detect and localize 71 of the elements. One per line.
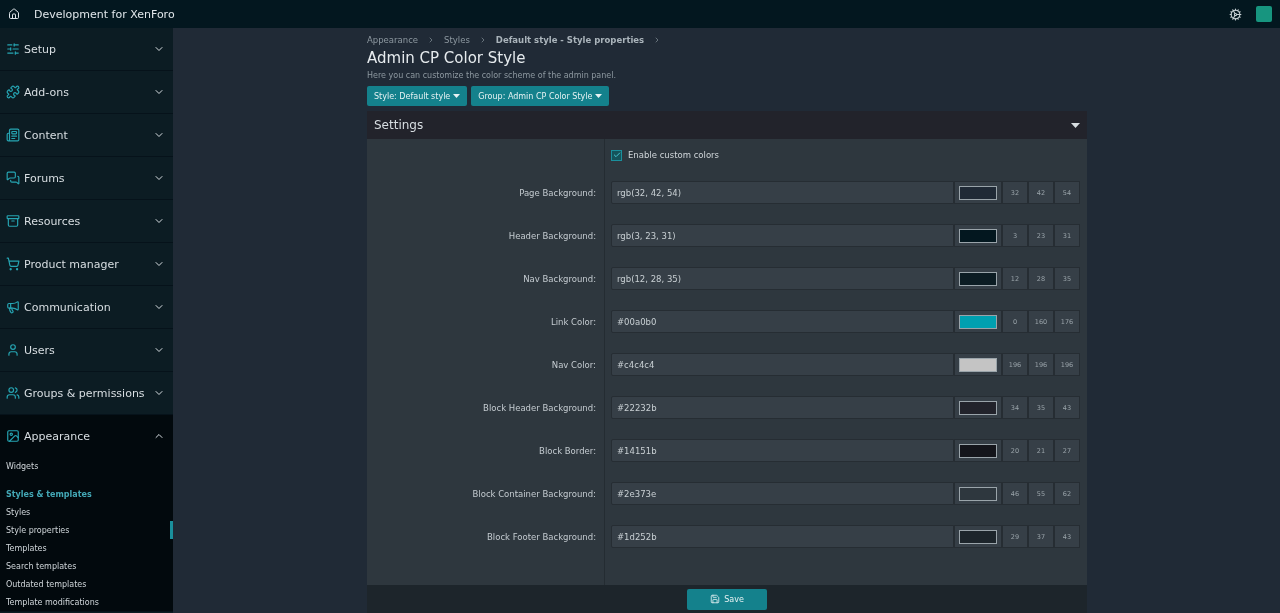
page-title: Admin CP Color Style xyxy=(367,49,526,67)
breadcrumb-link[interactable]: Default style - Style properties xyxy=(495,35,645,45)
filter-dropdown[interactable]: Group: Admin CP Color Style xyxy=(471,86,610,106)
newspaper-icon xyxy=(6,128,20,142)
color-input[interactable]: #1d252b xyxy=(611,525,954,548)
save-icon xyxy=(710,594,721,604)
page-description: Here you can customize the color scheme of the admin panel. xyxy=(367,71,617,80)
nav-group-heading: Styles & templates xyxy=(5,488,93,501)
nav-section[interactable]: Forums xyxy=(0,157,173,199)
color-swatch[interactable] xyxy=(954,310,1002,333)
color-input[interactable]: rgb(3, 23, 31) xyxy=(611,224,954,247)
filter-dropdown[interactable]: Style: Default style xyxy=(367,86,468,106)
nav-section[interactable]: Groups & permissions xyxy=(0,372,173,414)
settings-icon[interactable] xyxy=(1229,7,1242,21)
nav-section[interactable]: Users xyxy=(0,329,173,371)
sliders-icon xyxy=(6,42,20,56)
breadcrumb-link[interactable]: Appearance xyxy=(367,35,419,45)
image-icon xyxy=(6,429,20,443)
field-label: Nav Color: xyxy=(550,359,597,370)
checkbox[interactable] xyxy=(611,149,622,161)
nav-section[interactable]: Resources xyxy=(0,200,173,242)
color-swatch[interactable] xyxy=(954,181,1002,204)
field-label: Link Color: xyxy=(550,316,597,327)
color-input[interactable]: #22232b xyxy=(611,396,954,419)
nav-section[interactable]: Product manager xyxy=(0,243,173,285)
color-swatch[interactable] xyxy=(954,396,1002,419)
color-input[interactable]: rgb(12, 28, 35) xyxy=(611,267,954,290)
save-button[interactable]: Save xyxy=(687,588,767,610)
field-label: Block Border: xyxy=(538,445,597,456)
nav-link[interactable]: Templates xyxy=(0,539,173,557)
users-icon xyxy=(6,386,20,400)
color-input[interactable]: #2e373e xyxy=(611,482,954,505)
megaphone-icon xyxy=(6,300,20,314)
nav-link[interactable]: Style properties xyxy=(0,521,173,539)
color-input[interactable]: #14151b xyxy=(611,439,954,462)
color-swatch[interactable] xyxy=(954,482,1002,505)
field-label: Block Container Background: xyxy=(471,488,597,499)
nav-section[interactable]: Communication xyxy=(0,286,173,328)
field-label: Block Footer Background: xyxy=(486,531,597,542)
nav-section[interactable]: Setup xyxy=(0,28,173,70)
nav-link[interactable]: Widgets xyxy=(0,457,173,475)
block-header[interactable]: Settings xyxy=(367,111,1087,139)
nav-section[interactable]: Content xyxy=(0,114,173,156)
field-label: Header Background: xyxy=(507,230,597,241)
field-label: Page Background: xyxy=(518,187,597,198)
caret-icon[interactable] xyxy=(1071,122,1080,128)
field-label: Nav Background: xyxy=(522,273,597,284)
breadcrumb-link[interactable]: Styles xyxy=(444,35,470,45)
home-icon[interactable] xyxy=(8,8,20,20)
chat-icon xyxy=(6,171,20,185)
color-swatch[interactable] xyxy=(954,439,1002,462)
color-swatch[interactable] xyxy=(954,353,1002,376)
checkbox-label[interactable]: Enable custom colors xyxy=(628,150,720,160)
nav-section[interactable]: Add-ons xyxy=(0,71,173,113)
color-swatch[interactable] xyxy=(954,267,1002,290)
color-input[interactable]: rgb(32, 42, 54) xyxy=(611,181,954,204)
color-input[interactable]: #c4c4c4 xyxy=(611,353,954,376)
color-swatch[interactable] xyxy=(954,224,1002,247)
nav-link[interactable]: Styles xyxy=(0,503,173,521)
user-icon xyxy=(6,343,20,357)
cart-icon xyxy=(6,257,20,271)
puzzle-icon xyxy=(6,85,20,99)
nav-link[interactable]: Search templates xyxy=(0,557,173,575)
field-label: Block Header Background: xyxy=(482,402,597,413)
block-title: Settings xyxy=(374,118,425,132)
color-swatch[interactable] xyxy=(954,525,1002,548)
color-input[interactable]: #00a0b0 xyxy=(611,310,954,333)
box-icon xyxy=(6,214,20,228)
nav-section[interactable]: Appearance xyxy=(0,415,173,457)
nav-link[interactable]: Template modifications xyxy=(0,593,173,611)
nav-link[interactable]: Outdated templates xyxy=(0,575,173,593)
